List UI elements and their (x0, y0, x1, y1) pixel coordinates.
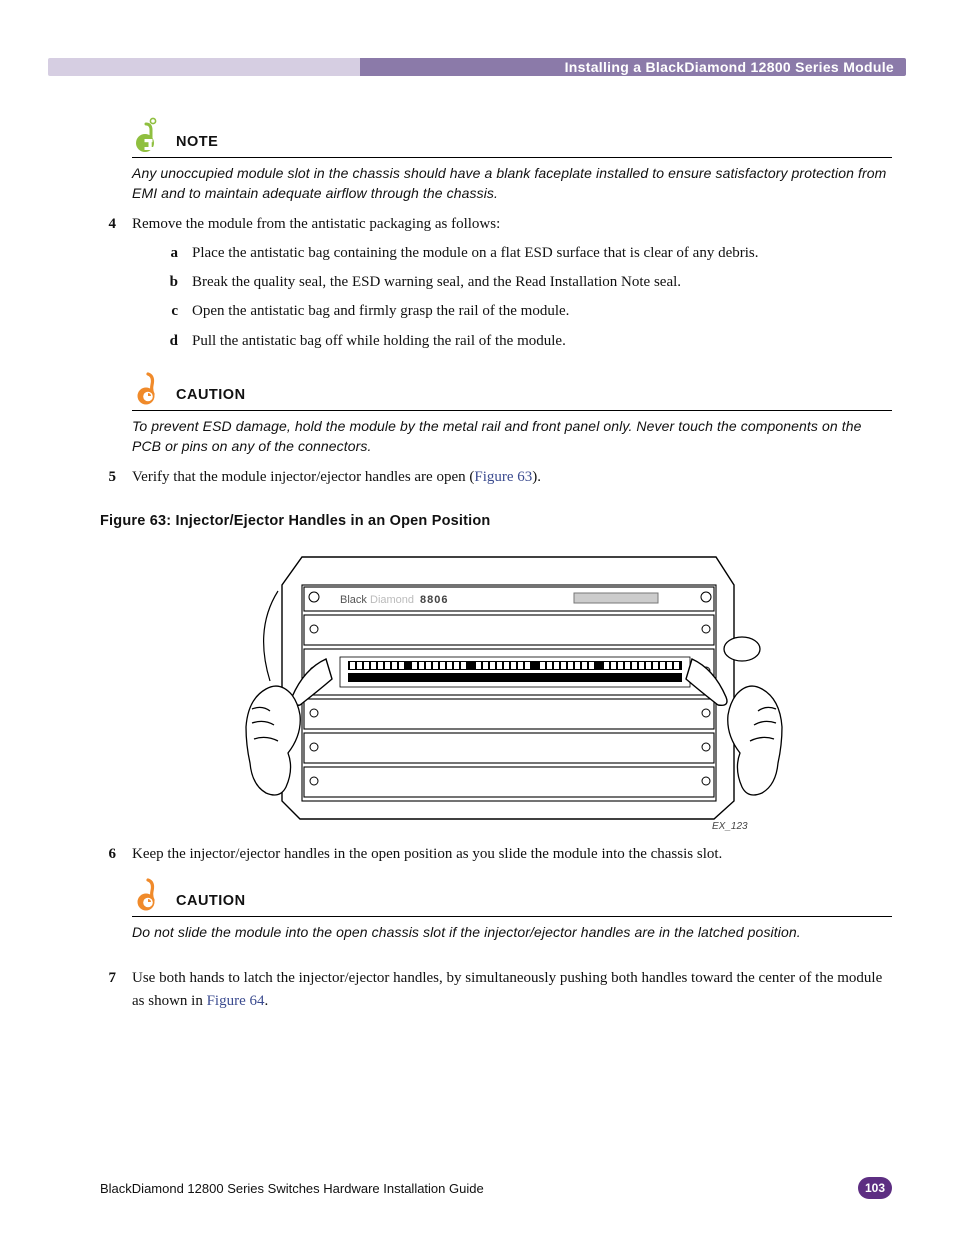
step-text: Remove the module from the antistatic pa… (132, 216, 500, 232)
figure-ref-label: EX_123 (712, 821, 748, 832)
figure-63-caption: Figure 63: Injector/Ejector Handles in a… (100, 513, 892, 529)
caution-text: To prevent ESD damage, hold the module b… (132, 417, 892, 456)
step-text: Keep the injector/ejector handles in the… (132, 843, 892, 866)
svg-text:8806: 8806 (420, 594, 448, 606)
caution-text: Do not slide the module into the open ch… (132, 923, 892, 943)
page-header: Installing a BlackDiamond 12800 Series M… (48, 58, 906, 76)
step-number: 7 (100, 967, 116, 1012)
page-number: 103 (865, 1181, 885, 1195)
note-label: NOTE (176, 134, 218, 154)
caution-icon (132, 369, 166, 407)
header-title-bar: Installing a BlackDiamond 12800 Series M… (360, 58, 906, 76)
substep-c: cOpen the antistatic bag and firmly gras… (164, 300, 892, 323)
caution-block-1: CAUTION To prevent ESD damage, hold the … (132, 369, 892, 456)
header-accent-bar (48, 58, 360, 76)
footer-doc-title: BlackDiamond 12800 Series Switches Hardw… (100, 1181, 484, 1196)
note-text: Any unoccupied module slot in the chassi… (132, 164, 892, 203)
step-text-post: . (265, 993, 269, 1009)
step-6: 6 Keep the injector/ejector handles in t… (100, 843, 892, 866)
substep-d: dPull the antistatic bag off while holdi… (164, 330, 892, 353)
svg-text:Diamond: Diamond (370, 594, 414, 606)
note-block: NOTE Any unoccupied module slot in the c… (132, 116, 892, 203)
step-7: 7 Use both hands to latch the injector/e… (100, 967, 892, 1012)
page-number-badge: 103 (858, 1177, 892, 1199)
substep-b: bBreak the quality seal, the ESD warning… (164, 271, 892, 294)
step-5: 5 Verify that the module injector/ejecto… (100, 466, 892, 489)
caution-block-2: CAUTION Do not slide the module into the… (132, 875, 892, 943)
substep-a: aPlace the antistatic bag containing the… (164, 242, 892, 265)
step-text-post: ). (532, 469, 541, 485)
step-number: 4 (100, 213, 116, 359)
caution-rule (132, 410, 892, 411)
caution-icon (132, 875, 166, 913)
header-title: Installing a BlackDiamond 12800 Series M… (565, 59, 894, 75)
step-text-pre: Verify that the module injector/ejector … (132, 469, 474, 485)
caution-label: CAUTION (176, 893, 246, 913)
figure-63-link[interactable]: Figure 63 (474, 469, 532, 485)
step-4: 4 Remove the module from the antistatic … (100, 213, 892, 359)
step-number: 5 (100, 466, 116, 489)
step-number: 6 (100, 843, 116, 866)
page-footer: BlackDiamond 12800 Series Switches Hardw… (100, 1177, 892, 1199)
caution-label: CAUTION (176, 387, 246, 407)
note-rule (132, 157, 892, 158)
figure-63-image: Black Diamond 8806 (136, 539, 892, 833)
svg-text:Black: Black (340, 594, 367, 606)
info-icon (132, 116, 166, 154)
caution-rule (132, 916, 892, 917)
figure-64-link[interactable]: Figure 64 (207, 993, 265, 1009)
